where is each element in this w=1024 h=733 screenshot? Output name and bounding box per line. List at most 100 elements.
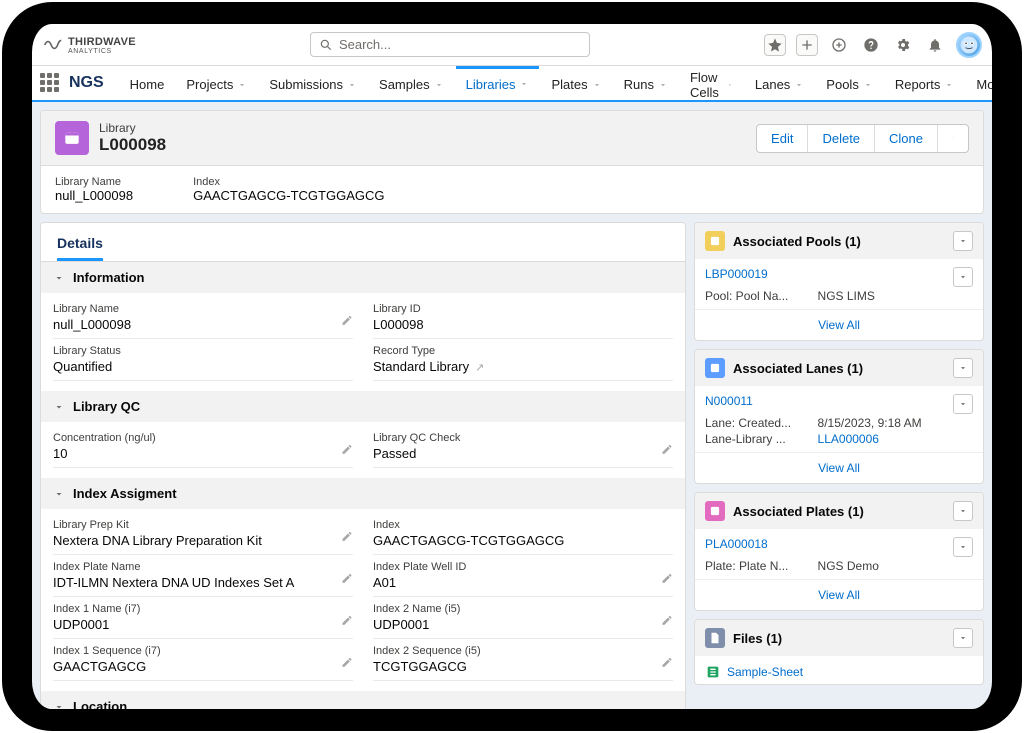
spreadsheet-icon bbox=[705, 664, 721, 680]
field-index-plate-well[interactable]: Index Plate Well ID A01 bbox=[373, 555, 673, 597]
related-files-title: Files (1) bbox=[733, 631, 782, 646]
plate-item-menu[interactable] bbox=[953, 537, 973, 557]
chevron-down-icon bbox=[53, 401, 65, 413]
pools-view-all[interactable]: View All bbox=[695, 309, 983, 340]
related-pools-title: Associated Pools (1) bbox=[733, 234, 861, 249]
field-library-id: Library ID L000098 bbox=[373, 297, 673, 339]
chevron-down-icon bbox=[727, 80, 733, 90]
related-files-menu[interactable] bbox=[953, 628, 973, 648]
search-icon bbox=[319, 38, 333, 52]
create-icon[interactable] bbox=[828, 34, 850, 56]
plate-item-link[interactable]: PLA000018 bbox=[705, 537, 768, 557]
record-header: Library L000098 Edit Delete Clone Librar… bbox=[40, 110, 984, 214]
field-i2-name[interactable]: Index 2 Name (i5) UDP0001 bbox=[373, 597, 673, 639]
field-qc-check[interactable]: Library QC Check Passed bbox=[373, 426, 673, 468]
lanes-icon bbox=[705, 358, 725, 378]
chevron-down-icon bbox=[237, 80, 247, 90]
pool-item-menu[interactable] bbox=[953, 267, 973, 287]
favorites-icon[interactable] bbox=[764, 34, 786, 56]
field-concentration[interactable]: Concentration (ng/ul) 10 bbox=[53, 426, 353, 468]
nav-item-samples[interactable]: Samples bbox=[369, 66, 454, 100]
related-plates-menu[interactable] bbox=[953, 501, 973, 521]
pools-icon bbox=[705, 231, 725, 251]
highlight-index-label: Index bbox=[193, 176, 384, 188]
highlight-index-value: GAACTGAGCG-TCGTGGAGCG bbox=[193, 188, 384, 203]
nav-item-runs[interactable]: Runs bbox=[614, 66, 678, 100]
tab-details[interactable]: Details bbox=[57, 235, 103, 261]
user-avatar[interactable] bbox=[956, 32, 982, 58]
details-panel: Details Information Librar bbox=[40, 222, 686, 709]
field-record-type[interactable]: Record Type Standard Library bbox=[373, 339, 673, 381]
chevron-down-icon bbox=[944, 80, 954, 90]
nav-item-pools[interactable]: Pools bbox=[816, 66, 883, 100]
notifications-icon[interactable] bbox=[924, 34, 946, 56]
chevron-down-icon bbox=[592, 80, 602, 90]
object-nav: NGS HomeProjectsSubmissionsSamplesLibrar… bbox=[32, 66, 992, 102]
section-location-header[interactable]: Location bbox=[41, 691, 685, 709]
global-actions-icon[interactable] bbox=[796, 34, 818, 56]
section-index-header[interactable]: Index Assigment bbox=[41, 478, 685, 509]
section-location-title: Location bbox=[73, 699, 127, 709]
nav-item-lanes[interactable]: Lanes bbox=[745, 66, 814, 100]
field-library-status: Library Status Quantified bbox=[53, 339, 353, 381]
nav-item-submissions[interactable]: Submissions bbox=[259, 66, 367, 100]
related-pools-menu[interactable] bbox=[953, 231, 973, 251]
library-object-icon bbox=[55, 121, 89, 155]
help-icon[interactable] bbox=[860, 34, 882, 56]
nav-item-plates[interactable]: Plates bbox=[541, 66, 611, 100]
lanes-view-all[interactable]: View All bbox=[695, 452, 983, 483]
section-qc-header[interactable]: Library QC bbox=[41, 391, 685, 422]
nav-item-projects[interactable]: Projects bbox=[176, 66, 257, 100]
related-lanes-title: Associated Lanes (1) bbox=[733, 361, 863, 376]
chevron-down-icon bbox=[658, 80, 668, 90]
record-actions: Edit Delete Clone bbox=[756, 124, 969, 153]
search-placeholder: Search... bbox=[339, 37, 391, 52]
nav-item-libraries[interactable]: Libraries bbox=[456, 66, 540, 100]
edit-button[interactable]: Edit bbox=[757, 125, 808, 152]
record-name: L000098 bbox=[99, 135, 166, 155]
nav-item-reports[interactable]: Reports bbox=[885, 66, 965, 100]
related-pools: Associated Pools (1) LBP000019 Pool: Poo… bbox=[694, 222, 984, 341]
global-search-input[interactable]: Search... bbox=[310, 32, 590, 57]
chevron-down-icon bbox=[53, 701, 65, 710]
pool-item-link[interactable]: LBP000019 bbox=[705, 267, 768, 287]
related-lanes: Associated Lanes (1) N000011 Lane: Creat… bbox=[694, 349, 984, 484]
delete-button[interactable]: Delete bbox=[808, 125, 875, 152]
field-i1-seq[interactable]: Index 1 Sequence (i7) GAACTGAGCG bbox=[53, 639, 353, 681]
field-index-plate-name[interactable]: Index Plate Name IDT-ILMN Nextera DNA UD… bbox=[53, 555, 353, 597]
brand-name-2: ANALYTICS bbox=[68, 48, 136, 55]
related-plates-title: Associated Plates (1) bbox=[733, 504, 864, 519]
field-prep-kit[interactable]: Library Prep Kit Nextera DNA Library Pre… bbox=[53, 513, 353, 555]
plates-view-all[interactable]: View All bbox=[695, 579, 983, 610]
nav-item-home[interactable]: Home bbox=[120, 66, 175, 100]
app-name: NGS bbox=[69, 74, 104, 92]
lane-item-link[interactable]: N000011 bbox=[705, 394, 753, 414]
file-item-link[interactable]: Sample-Sheet bbox=[727, 665, 803, 679]
wave-icon bbox=[42, 34, 64, 56]
chevron-down-icon bbox=[347, 80, 357, 90]
related-files: Files (1) Sample-Sheet bbox=[694, 619, 984, 685]
more-actions-button[interactable] bbox=[938, 125, 968, 152]
field-index: Index GAACTGAGCG-TCGTGGAGCG bbox=[373, 513, 673, 555]
nav-item-flow-cells[interactable]: Flow Cells bbox=[680, 59, 743, 108]
field-i1-name[interactable]: Index 1 Name (i7) UDP0001 bbox=[53, 597, 353, 639]
app-launcher-icon[interactable] bbox=[40, 73, 59, 93]
chevron-down-icon bbox=[434, 80, 444, 90]
setup-icon[interactable] bbox=[892, 34, 914, 56]
field-i2-seq[interactable]: Index 2 Sequence (i5) TCGTGGAGCG bbox=[373, 639, 673, 681]
chevron-down-icon bbox=[53, 488, 65, 500]
section-information-header[interactable]: Information bbox=[41, 262, 685, 293]
lane-item-menu[interactable] bbox=[953, 394, 973, 414]
highlight-library-name-value: null_L000098 bbox=[55, 188, 133, 203]
section-information-title: Information bbox=[73, 270, 145, 285]
chevron-down-icon bbox=[794, 80, 804, 90]
plates-icon bbox=[705, 501, 725, 521]
related-lanes-menu[interactable] bbox=[953, 358, 973, 378]
chevron-down-icon bbox=[863, 80, 873, 90]
clone-button[interactable]: Clone bbox=[875, 125, 938, 152]
nav-item-more[interactable]: More bbox=[966, 66, 992, 100]
chevron-down-icon bbox=[53, 272, 65, 284]
object-label: Library bbox=[99, 121, 166, 135]
section-index-title: Index Assigment bbox=[73, 486, 177, 501]
field-library-name[interactable]: Library Name null_L000098 bbox=[53, 297, 353, 339]
